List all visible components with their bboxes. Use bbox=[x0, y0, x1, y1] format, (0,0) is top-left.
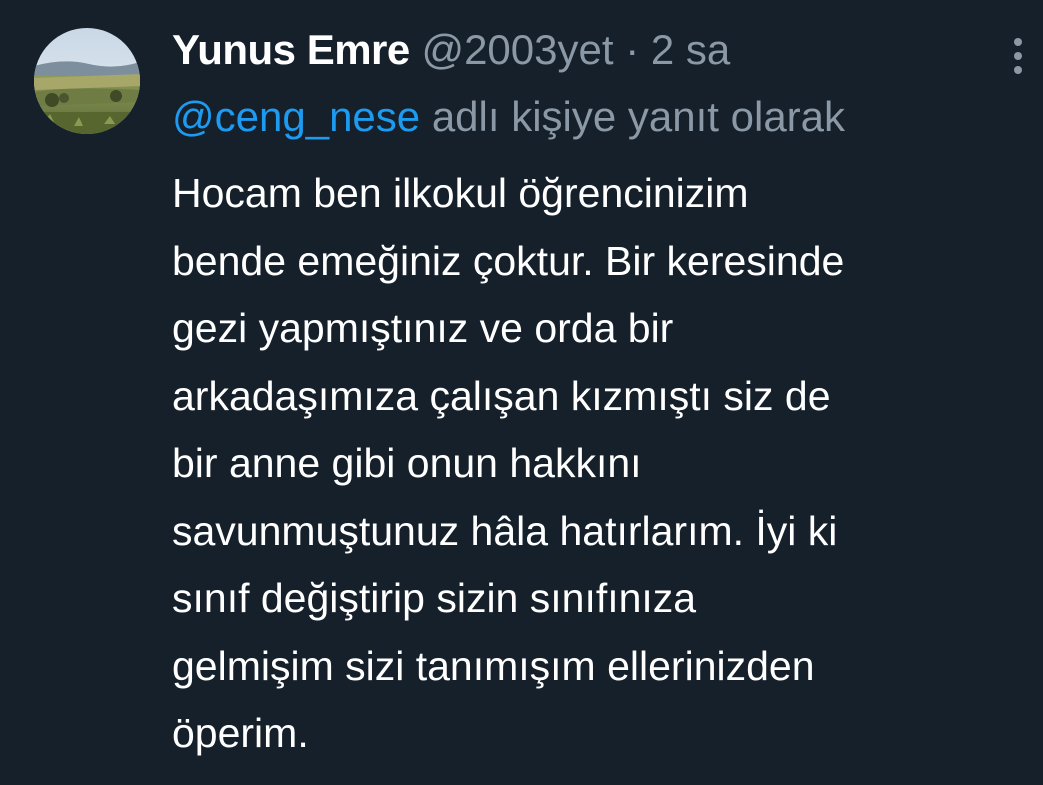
tweet-text-line: Hocam ben ilkokul öğrencinizim bbox=[172, 170, 749, 216]
replying-to: @ceng_nese adlı kişiye yanıt olarak bbox=[172, 90, 845, 144]
avatar-landscape-image bbox=[34, 28, 140, 134]
menu-dot bbox=[1014, 38, 1022, 46]
more-vertical-icon[interactable] bbox=[1009, 38, 1029, 74]
avatar[interactable] bbox=[34, 28, 140, 134]
tweet-text-line: bir anne gibi onun hakkını bbox=[172, 440, 642, 486]
reply-label: adlı kişiye yanıt olarak bbox=[431, 93, 846, 140]
separator-dot: · bbox=[625, 26, 640, 73]
tweet-card[interactable]: Yunus Emre @2003yet · 2 sa @ceng_nese ad… bbox=[0, 0, 1043, 785]
tweet-header: Yunus Emre @2003yet · 2 sa bbox=[172, 22, 730, 78]
tweet-text-line: sınıf değiştirip sizin sınıfınıza bbox=[172, 575, 697, 621]
user-handle[interactable]: @2003yet bbox=[421, 26, 613, 73]
menu-dot bbox=[1014, 66, 1022, 74]
menu-dot bbox=[1014, 52, 1022, 60]
tweet-text: Hocam ben ilkokul öğrencinizim bende eme… bbox=[172, 160, 1037, 768]
display-name[interactable]: Yunus Emre bbox=[172, 26, 410, 73]
tweet-text-line: bende emeğiniz çoktur. Bir keresinde bbox=[172, 237, 845, 284]
tweet-text-line: gelmişim sizi tanımışım ellerinizden bbox=[172, 642, 815, 689]
timestamp[interactable]: 2 sa bbox=[651, 26, 730, 73]
tweet-text-line: gezi yapmıştınız ve orda bir bbox=[172, 305, 674, 351]
reply-mention-link[interactable]: @ceng_nese bbox=[172, 93, 420, 140]
tweet-text-line: arkadaşımıza çalışan kızmıştı siz de bbox=[172, 372, 831, 419]
tweet-text-line: savunmuştunuz hâla hatırlarım. İyi ki bbox=[172, 507, 838, 554]
tweet-text-line: öperim. bbox=[172, 710, 309, 756]
